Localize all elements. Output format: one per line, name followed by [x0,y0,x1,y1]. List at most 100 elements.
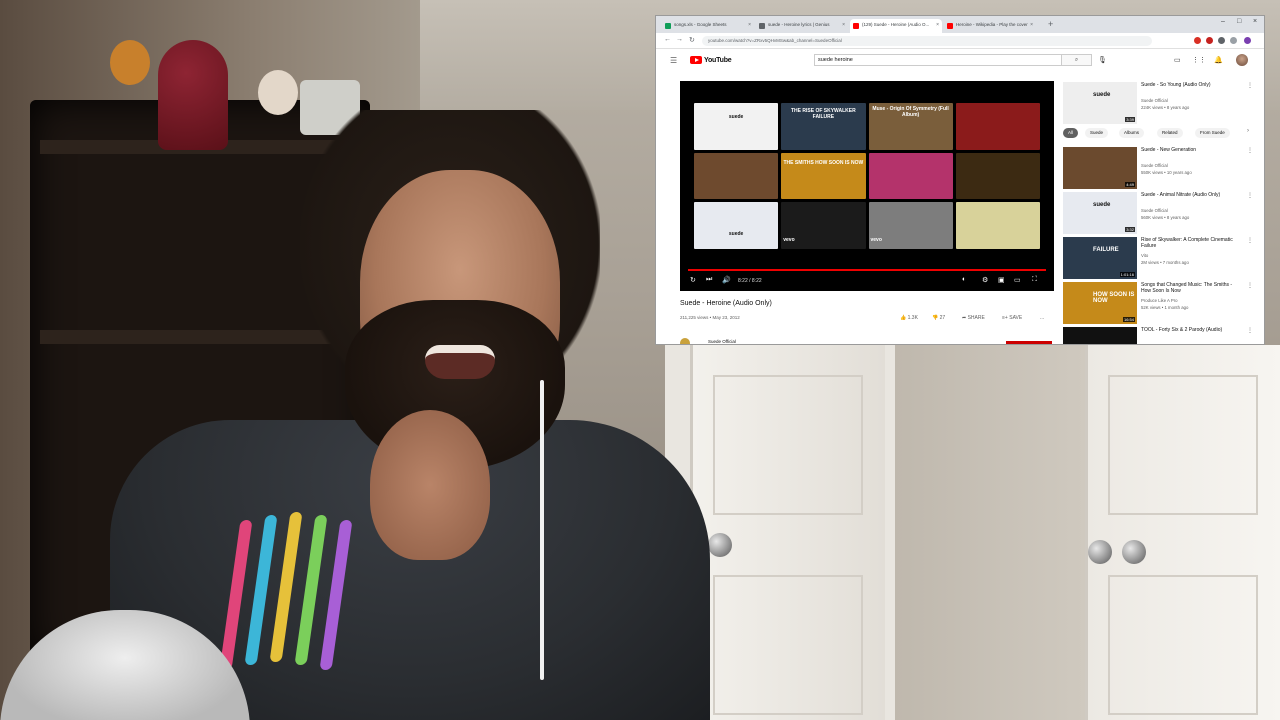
close-tab-icon[interactable]: × [748,22,751,28]
video-title[interactable]: Songs that Changed Music: The Smiths - H… [1141,282,1241,294]
end-screen-tile[interactable] [955,152,1040,200]
channel-avatar[interactable] [680,338,690,344]
menu-icon[interactable]: ☰ [670,56,677,65]
video-thumbnail[interactable]: suede 3:32 [1063,192,1137,234]
replay-icon[interactable]: ↻ [690,276,696,284]
create-video-icon[interactable]: ▭ [1174,56,1181,64]
more-options-icon[interactable]: ⋮ [1247,327,1253,334]
recommended-video[interactable]: 4:49 Suede - New Generation Suede Official… [1063,147,1253,189]
search-input[interactable]: suede heroine [814,54,1062,66]
notifications-bell-icon[interactable]: 🔔 [1214,56,1223,64]
video-title[interactable]: Suede - Animal Nitrate (Audio Only) [1141,192,1241,198]
profile-avatar[interactable] [1244,37,1251,44]
extension-icon[interactable] [1218,37,1225,44]
video-thumbnail[interactable]: HOW SOON IS NOW 16:54 [1063,282,1137,324]
tab-youtube-active[interactable]: (129) Suede - Heroine (Audio O... × [850,19,942,33]
progress-bar[interactable] [688,269,1046,271]
forward-icon[interactable]: → [676,36,683,43]
recommended-video[interactable]: suede 3:39 Suede - So Young (Audio Only) Su… [1063,82,1253,124]
video-thumbnail[interactable]: 4:49 [1063,147,1137,189]
channel-name[interactable]: Suede Official [708,339,736,344]
close-tab-icon[interactable]: × [936,22,939,28]
video-thumbnail[interactable]: suede 3:39 [1063,82,1137,124]
reload-icon[interactable]: ↻ [689,36,695,44]
like-button[interactable]: 👍 1.3K [900,315,918,321]
autoplay-toggle-icon[interactable]: ◐ [962,276,966,283]
volume-icon[interactable]: 🔊 [722,276,731,284]
end-screen-tile[interactable]: suede [694,103,779,150]
end-screen-tile[interactable]: suede [694,202,779,249]
end-screen-tile[interactable]: Muse - Origin Of Symmetry (Full Album) [868,103,953,150]
extension-icon[interactable] [1230,37,1237,44]
end-screen-tile[interactable] [955,103,1040,150]
door-knob [1122,540,1146,564]
chip-suede[interactable]: Suede [1085,128,1109,138]
video-duration: 1:01:16 [1119,272,1135,277]
end-screen-tile[interactable] [868,152,953,200]
video-thumbnail[interactable]: FAILURE 1:01:16 [1063,237,1137,279]
more-options-icon[interactable]: ⋮ [1247,192,1253,199]
account-avatar[interactable] [1236,54,1248,66]
video-title[interactable]: Suede - New Generation [1141,147,1241,153]
chevron-right-icon[interactable]: › [1247,128,1249,134]
chip-all[interactable]: All [1063,128,1079,138]
extension-icon[interactable] [1194,37,1201,44]
chip-from-suede[interactable]: From Suede [1195,128,1230,138]
tab-genius[interactable]: suede - Heroine lyrics | Genius × [756,19,848,33]
new-tab-button[interactable]: + [1048,19,1053,29]
video-player[interactable]: suede THE RISE OF SKYWALKER FAILURE Muse… [680,81,1054,291]
back-icon[interactable]: ← [664,36,671,43]
url-field[interactable]: youtube.com/watch?v=ZRxv5QHvMSw&ab_chann… [702,36,1152,46]
close-window-icon[interactable]: × [1253,18,1257,25]
chip-related[interactable]: Related [1157,128,1183,138]
minimize-icon[interactable]: – [1221,18,1225,25]
more-actions-button[interactable]: ... [1040,315,1044,321]
share-button[interactable]: ➦ SHARE [962,315,985,321]
close-tab-icon[interactable]: × [842,22,845,28]
end-screen-tile[interactable]: vevo [868,202,953,249]
maximize-icon[interactable]: □ [1237,18,1241,25]
youtube-logo[interactable]: YouTube [690,55,732,65]
more-options-icon[interactable]: ⋮ [1247,82,1253,89]
channel-name[interactable]: Suede Official [1141,163,1168,168]
miniplayer-icon[interactable]: ▣ [998,276,1005,284]
video-thumbnail[interactable] [1063,327,1137,344]
next-icon[interactable]: ⏭ [706,276,712,284]
save-button[interactable]: ≡+ SAVE [1002,315,1022,321]
more-options-icon[interactable]: ⋮ [1247,282,1253,289]
channel-name[interactable]: Produce Like A Pro [1141,298,1178,303]
dislike-button[interactable]: 👎 27 [932,315,945,321]
chip-albums[interactable]: Albums [1119,128,1145,138]
voice-search-icon[interactable]: 🎙 [1098,56,1107,64]
end-screen-tile[interactable]: THE SMITHS HOW SOON IS NOW [781,152,866,200]
theater-mode-icon[interactable]: ▭ [1014,276,1021,284]
tab-youtube-2[interactable]: Heroine - Wikipedia - Play the cover × [944,19,1036,33]
recommended-video[interactable]: FAILURE 1:01:16 Rise of Skywalker: A Compl… [1063,237,1253,279]
apps-grid-icon[interactable]: ⋮⋮ [1192,56,1206,64]
channel-name[interactable]: Vito [1141,253,1148,258]
close-tab-icon[interactable]: × [1030,22,1033,28]
video-title[interactable]: TOOL - Forty Six & 2 Parody (Audio) [1141,327,1241,333]
end-screen-tile[interactable]: vevo [781,202,866,249]
youtube-header: ☰ YouTube suede heroine ⌕ 🎙 ▭ ⋮⋮ 🔔 [656,50,1264,70]
fullscreen-icon[interactable]: ⛶ [1032,276,1037,284]
recommended-video[interactable]: HOW SOON IS NOW 16:54 Songs that Changed M… [1063,282,1253,324]
recommended-video[interactable]: suede 3:32 Suede - Animal Nitrate (Audio O… [1063,192,1253,234]
search-button[interactable]: ⌕ [1062,54,1092,66]
extension-icon[interactable] [1206,37,1213,44]
more-options-icon[interactable]: ⋮ [1247,147,1253,154]
video-title[interactable]: Rise of Skywalker: A Complete Cinematic … [1141,237,1241,249]
video-title[interactable]: Suede - So Young (Audio Only) [1141,82,1241,88]
channel-name[interactable]: Suede Official [1141,208,1168,213]
end-screen-tile[interactable] [694,152,779,200]
tab-sheets[interactable]: songs.xls - Google Sheets × [662,19,754,33]
end-screen-tile[interactable]: THE RISE OF SKYWALKER FAILURE [781,103,866,150]
genius-favicon-icon [759,23,765,29]
youtube-wordmark: YouTube [704,56,732,64]
end-screen-tile[interactable] [955,202,1040,249]
subscribe-button[interactable] [1006,341,1052,344]
settings-gear-icon[interactable]: ⚙ [982,276,988,284]
channel-name[interactable]: Suede Official [1141,98,1168,103]
recommended-video[interactable]: TOOL - Forty Six & 2 Parody (Audio) ⋮ [1063,327,1253,344]
more-options-icon[interactable]: ⋮ [1247,237,1253,244]
